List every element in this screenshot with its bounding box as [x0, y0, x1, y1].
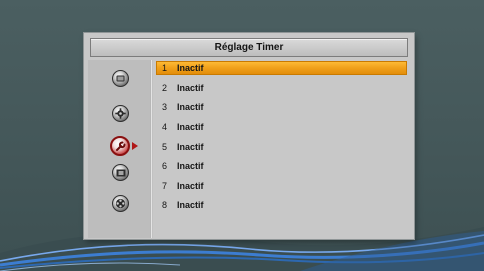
timer-row-7[interactable]: 7 Inactif — [156, 179, 407, 193]
timer-row-6[interactable]: 6 Inactif — [156, 159, 407, 173]
timer-row-2[interactable]: 2 Inactif — [156, 81, 407, 95]
panel-divider — [150, 60, 153, 238]
timer-status: Inactif — [177, 142, 204, 152]
timer-list: 1 Inactif 2 Inactif 3 Inactif 4 Inactif … — [154, 60, 408, 238]
timer-number: 6 — [162, 161, 168, 171]
timer-number: 7 — [162, 181, 168, 191]
timer-status: Inactif — [177, 200, 204, 210]
tv-screen: Réglage Timer 1 Inactif 2 Inactif 3 Inac… — [0, 0, 484, 271]
film-reel-icon[interactable] — [112, 195, 129, 212]
timer-status: Inactif — [177, 83, 204, 93]
timer-row-5[interactable]: 5 Inactif — [156, 140, 407, 154]
gear-icon[interactable] — [112, 105, 129, 122]
dialog-title: Réglage Timer — [90, 38, 408, 57]
screen-icon[interactable] — [112, 70, 129, 87]
active-indicator-arrow — [132, 142, 138, 150]
screen-glyph — [116, 75, 125, 82]
timer-number: 1 — [162, 63, 168, 73]
timer-row-4[interactable]: 4 Inactif — [156, 120, 407, 134]
timer-status: Inactif — [177, 181, 204, 191]
film-icon[interactable] — [112, 164, 129, 181]
wrench-glyph — [115, 141, 125, 151]
timer-row-8[interactable]: 8 Inactif — [156, 198, 407, 212]
timer-number: 4 — [162, 122, 168, 132]
gear-glyph — [115, 108, 126, 119]
timer-number: 5 — [162, 142, 168, 152]
timer-status: Inactif — [177, 63, 204, 73]
timer-status: Inactif — [177, 102, 204, 112]
timer-status: Inactif — [177, 161, 204, 171]
film-reel-glyph — [115, 198, 126, 209]
timer-number: 8 — [162, 200, 168, 210]
timer-number: 3 — [162, 102, 168, 112]
wrench-icon[interactable] — [110, 136, 130, 156]
timer-row-1[interactable]: 1 Inactif — [156, 61, 407, 75]
timer-settings-dialog: Réglage Timer 1 Inactif 2 Inactif 3 Inac… — [84, 33, 414, 239]
timer-row-3[interactable]: 3 Inactif — [156, 100, 407, 114]
timer-status: Inactif — [177, 122, 204, 132]
timer-number: 2 — [162, 83, 168, 93]
film-glyph — [116, 169, 125, 176]
